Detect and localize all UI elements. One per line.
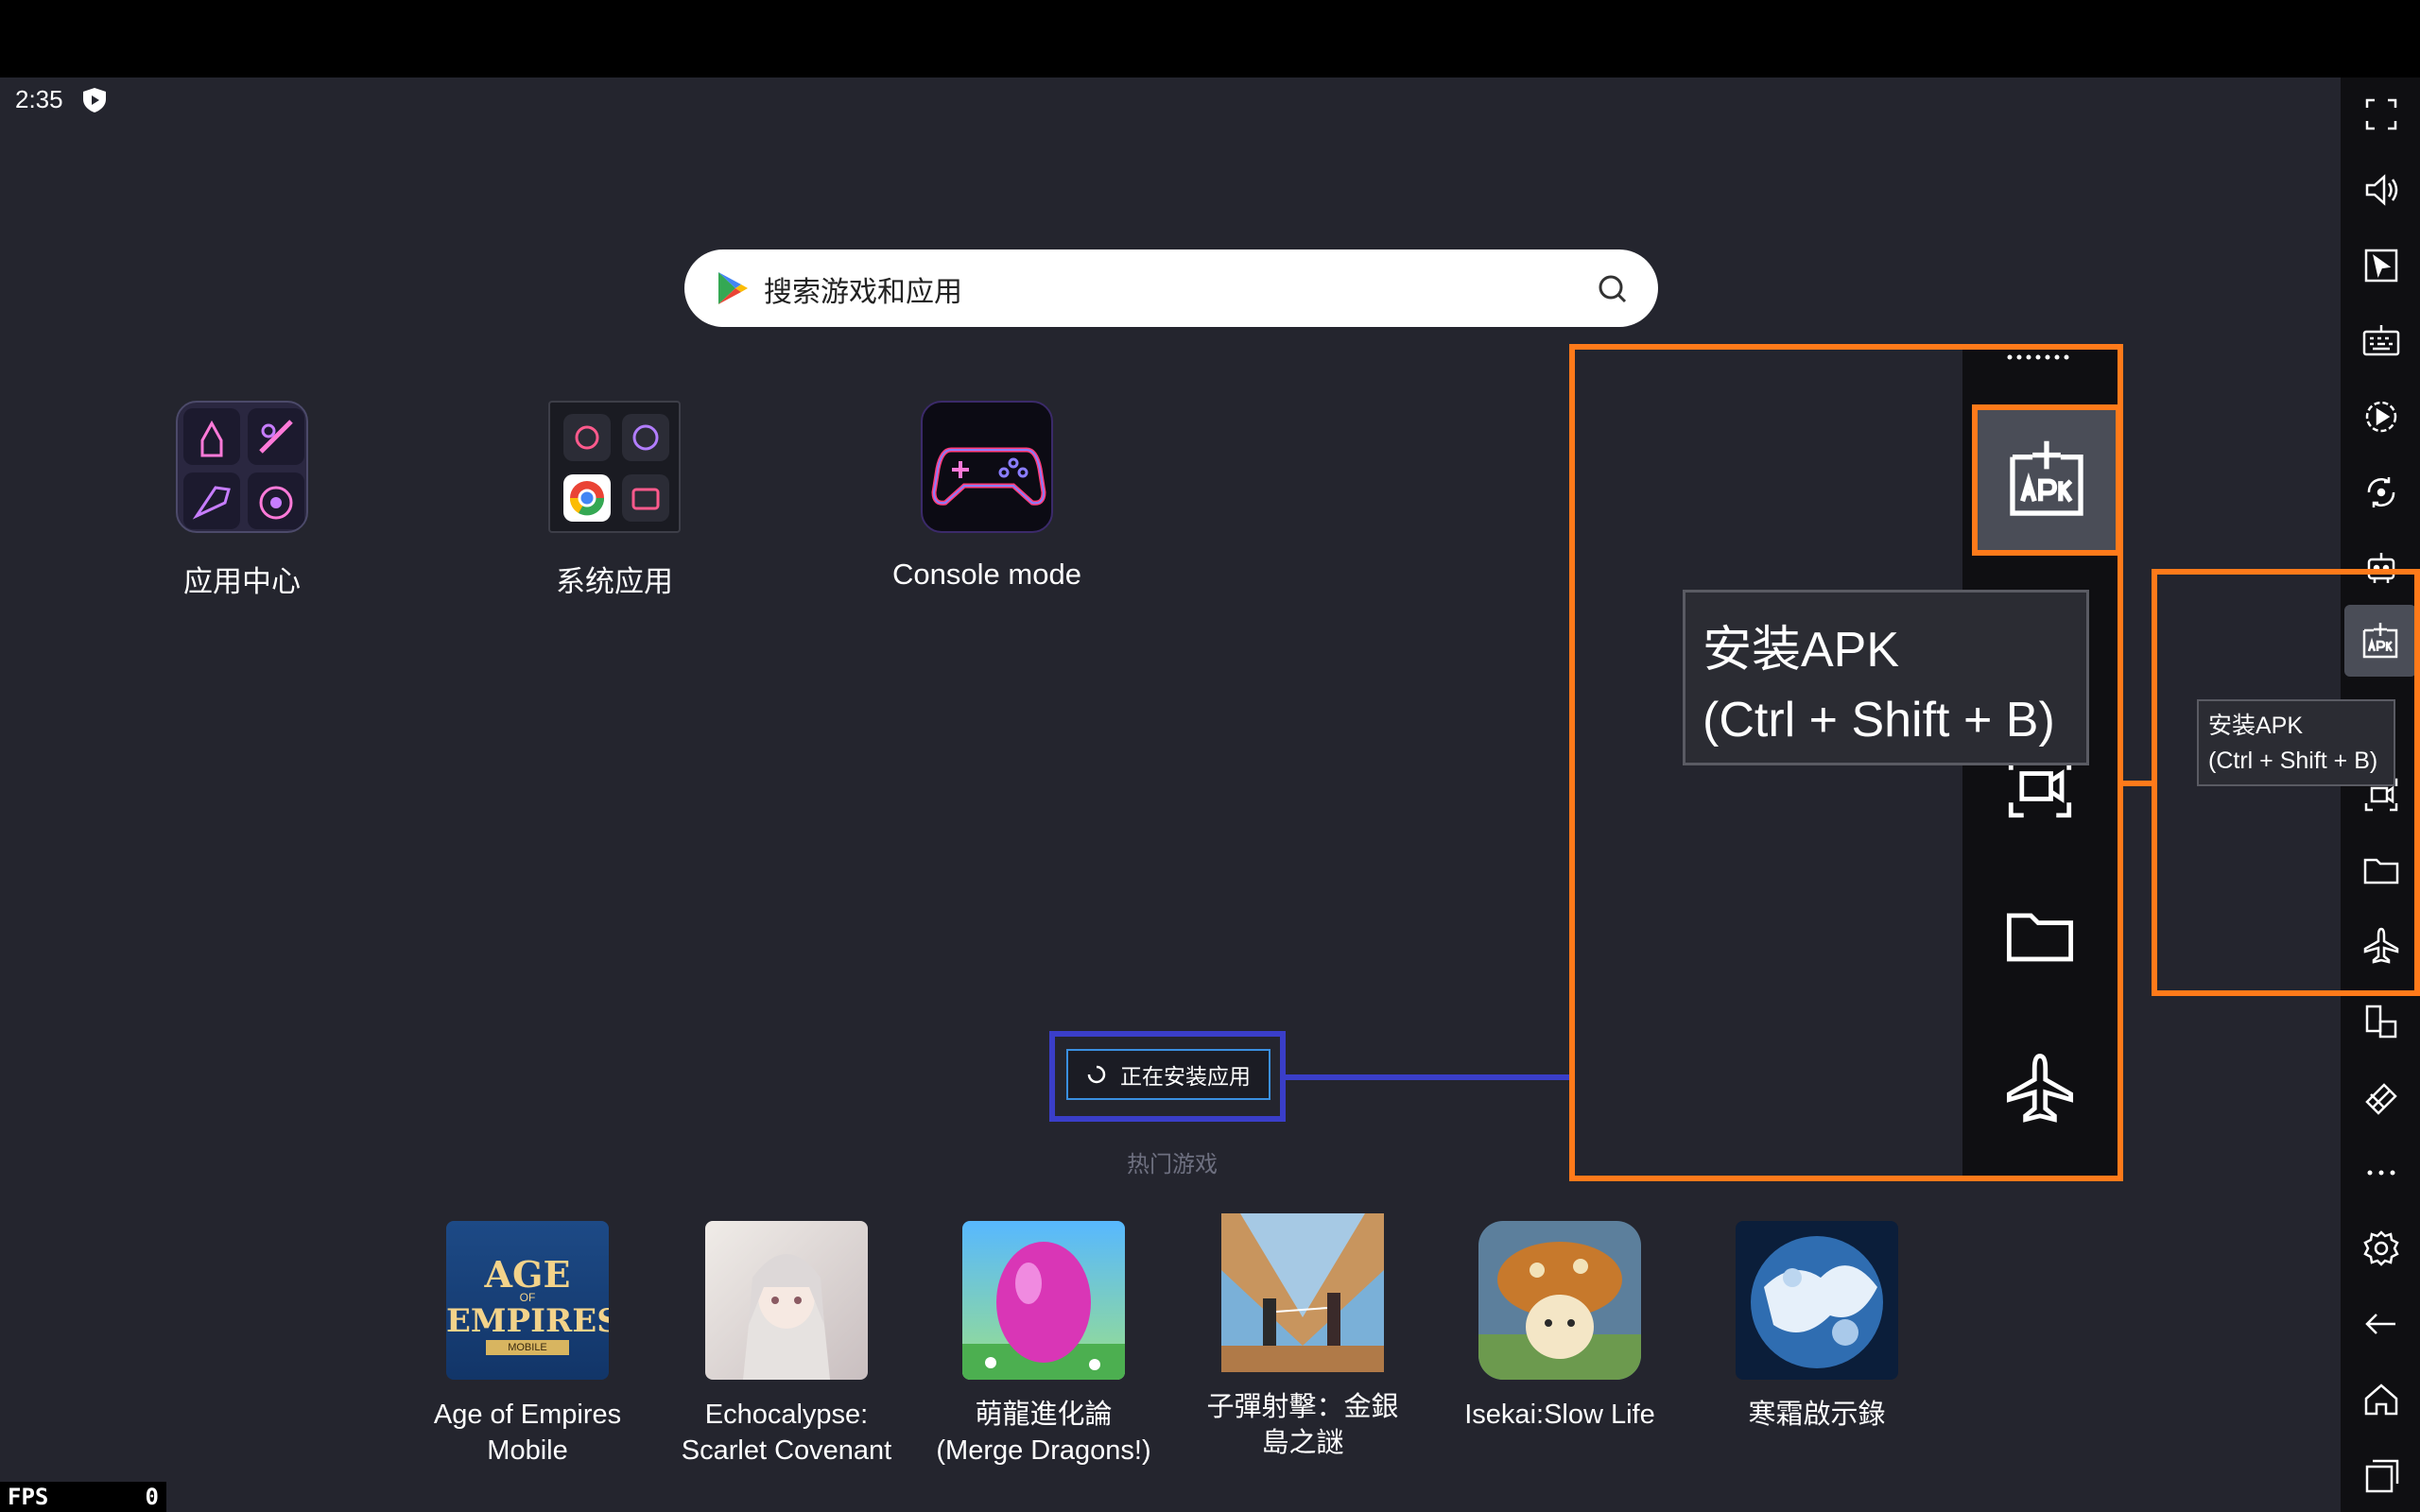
- macro-play-icon: [2365, 401, 2397, 433]
- game-thumbnail: [962, 1221, 1125, 1380]
- recents-icon: [2365, 1459, 2399, 1493]
- app-center[interactable]: 应用中心: [119, 401, 365, 600]
- tooltip-shortcut: (Ctrl + Shift + B): [1703, 693, 2055, 747]
- game-label: Age of Empires Mobile: [414, 1397, 641, 1469]
- game-label-line: 島之謎: [1261, 1428, 1344, 1458]
- console-mode[interactable]: Console mode: [864, 401, 1110, 592]
- game-label: 寒霜啟示錄: [1703, 1397, 1930, 1433]
- volume-button[interactable]: [2358, 166, 2405, 214]
- app-label: 系统应用: [556, 565, 673, 598]
- settings-icon: [2363, 1230, 2399, 1266]
- folder-icon: [2006, 913, 2074, 962]
- game-art-text: EMPIRES: [446, 1302, 609, 1340]
- app-center-icon: [176, 401, 308, 533]
- home-button[interactable]: [2358, 1376, 2405, 1423]
- eraser-icon: [2365, 1083, 2397, 1115]
- game-thumbnail: [1478, 1221, 1641, 1380]
- status-bar: 2:35: [15, 85, 109, 114]
- game-art-text: AGE: [484, 1253, 571, 1296]
- game-thumbnail: [1736, 1221, 1898, 1380]
- app-label: 应用中心: [183, 565, 301, 598]
- game-label: Isekai:Slow Life: [1446, 1397, 1673, 1433]
- fullscreen-icon: [2365, 98, 2397, 130]
- pointer-icon: [2364, 249, 2398, 283]
- game-item[interactable]: Isekai:Slow Life: [1446, 1221, 1673, 1433]
- game-item[interactable]: 子彈射擊：金銀 島之謎: [1189, 1213, 1416, 1461]
- macro-play-button[interactable]: [2358, 393, 2405, 440]
- google-play-icon: [718, 272, 748, 304]
- back-icon: [2365, 1314, 2395, 1334]
- back-button[interactable]: [2358, 1300, 2405, 1348]
- rotate-sync-button[interactable]: [2358, 469, 2405, 516]
- airplane-icon: [2006, 1054, 2074, 1123]
- game-label: 萌龍進化論 (Merge Dragons!): [930, 1397, 1157, 1469]
- fps-counter: FPS 0: [0, 1482, 166, 1512]
- pointer-button[interactable]: [2358, 242, 2405, 289]
- game-label-line: 萌龍進化論: [975, 1400, 1113, 1430]
- fps-label: FPS: [8, 1484, 49, 1510]
- game-label-line: Mobile: [487, 1435, 568, 1466]
- keyboard-button[interactable]: [2358, 318, 2405, 365]
- multi-instance-icon: [2365, 1005, 2397, 1039]
- settings-button[interactable]: [2358, 1225, 2405, 1272]
- game-thumbnail: [1221, 1213, 1384, 1372]
- tooltip-shortcut: (Ctrl + Shift + B): [2208, 747, 2378, 774]
- game-label-line: Age of Empires: [433, 1400, 622, 1430]
- system-apps-folder[interactable]: 系统应用: [492, 401, 737, 600]
- recents-button[interactable]: [2358, 1452, 2405, 1499]
- game-item[interactable]: 寒霜啟示錄: [1703, 1221, 1930, 1433]
- install-apk-icon: [2010, 440, 2083, 516]
- game-item[interactable]: Echocalypse: Scarlet Covenant: [673, 1221, 900, 1469]
- game-label-line: Echocalypse:: [704, 1400, 869, 1430]
- search-icon[interactable]: [1596, 272, 1630, 306]
- tooltip-title: 安装APK: [1703, 623, 1900, 678]
- game-label: Echocalypse: Scarlet Covenant: [673, 1397, 900, 1469]
- game-label-line: Isekai:Slow Life: [1464, 1400, 1655, 1430]
- installing-label: 正在安装应用: [1120, 1064, 1251, 1089]
- system-apps-folder-icon: [548, 401, 681, 533]
- fps-value: 0: [145, 1484, 159, 1510]
- search-input[interactable]: 搜索游戏和应用: [764, 268, 962, 310]
- game-item[interactable]: 萌龍進化論 (Merge Dragons!): [930, 1221, 1157, 1469]
- fullscreen-button[interactable]: [2358, 91, 2405, 138]
- spinner-icon: [1087, 1065, 1106, 1084]
- keyboard-icon: [2362, 325, 2400, 356]
- search-bar[interactable]: 搜索游戏和应用: [684, 249, 1658, 327]
- game-item[interactable]: AGE OF EMPIRES MOBILE Age of Empires Mobi…: [414, 1221, 641, 1469]
- game-art-text: MOBILE: [486, 1340, 569, 1355]
- hot-games-heading: 热门游戏: [1127, 1152, 1218, 1177]
- multi-instance-button[interactable]: [2358, 998, 2405, 1045]
- game-thumbnail: [705, 1221, 868, 1380]
- more-button[interactable]: [2358, 1149, 2405, 1196]
- zoom-install-apk-tooltip: 安装APK (Ctrl + Shift + B): [1683, 590, 2089, 765]
- gamepad-icon: [921, 401, 1053, 533]
- install-apk-tooltip: 安装APK (Ctrl + Shift + B): [2197, 699, 2395, 786]
- home-icon: [2364, 1383, 2398, 1416]
- game-label-line: 寒霜啟示錄: [1748, 1400, 1886, 1430]
- status-time: 2:35: [15, 85, 63, 113]
- game-label-line: Scarlet Covenant: [681, 1435, 892, 1466]
- volume-icon: [2365, 174, 2398, 206]
- game-label: 子彈射擊：金銀 島之謎: [1189, 1389, 1416, 1461]
- more-icon: [2007, 354, 2069, 360]
- game-thumbnail: AGE OF EMPIRES MOBILE: [446, 1221, 609, 1380]
- game-label-line: (Merge Dragons!): [936, 1435, 1151, 1466]
- shield-play-icon: [82, 87, 106, 112]
- highlight-connector: [1286, 1074, 1569, 1080]
- rotate-sync-icon: [2367, 477, 2395, 507]
- tooltip-title: 安装APK: [2208, 713, 2304, 739]
- more-icon: [2367, 1170, 2395, 1176]
- eraser-button[interactable]: [2358, 1074, 2405, 1121]
- game-label-line: 子彈射擊：金銀: [1206, 1392, 1399, 1422]
- installing-status: 正在安装应用: [1066, 1049, 1270, 1100]
- zoom-install-apk-button: [1972, 404, 2121, 556]
- app-label: Console mode: [892, 558, 1081, 591]
- highlight-connector: [2123, 781, 2152, 786]
